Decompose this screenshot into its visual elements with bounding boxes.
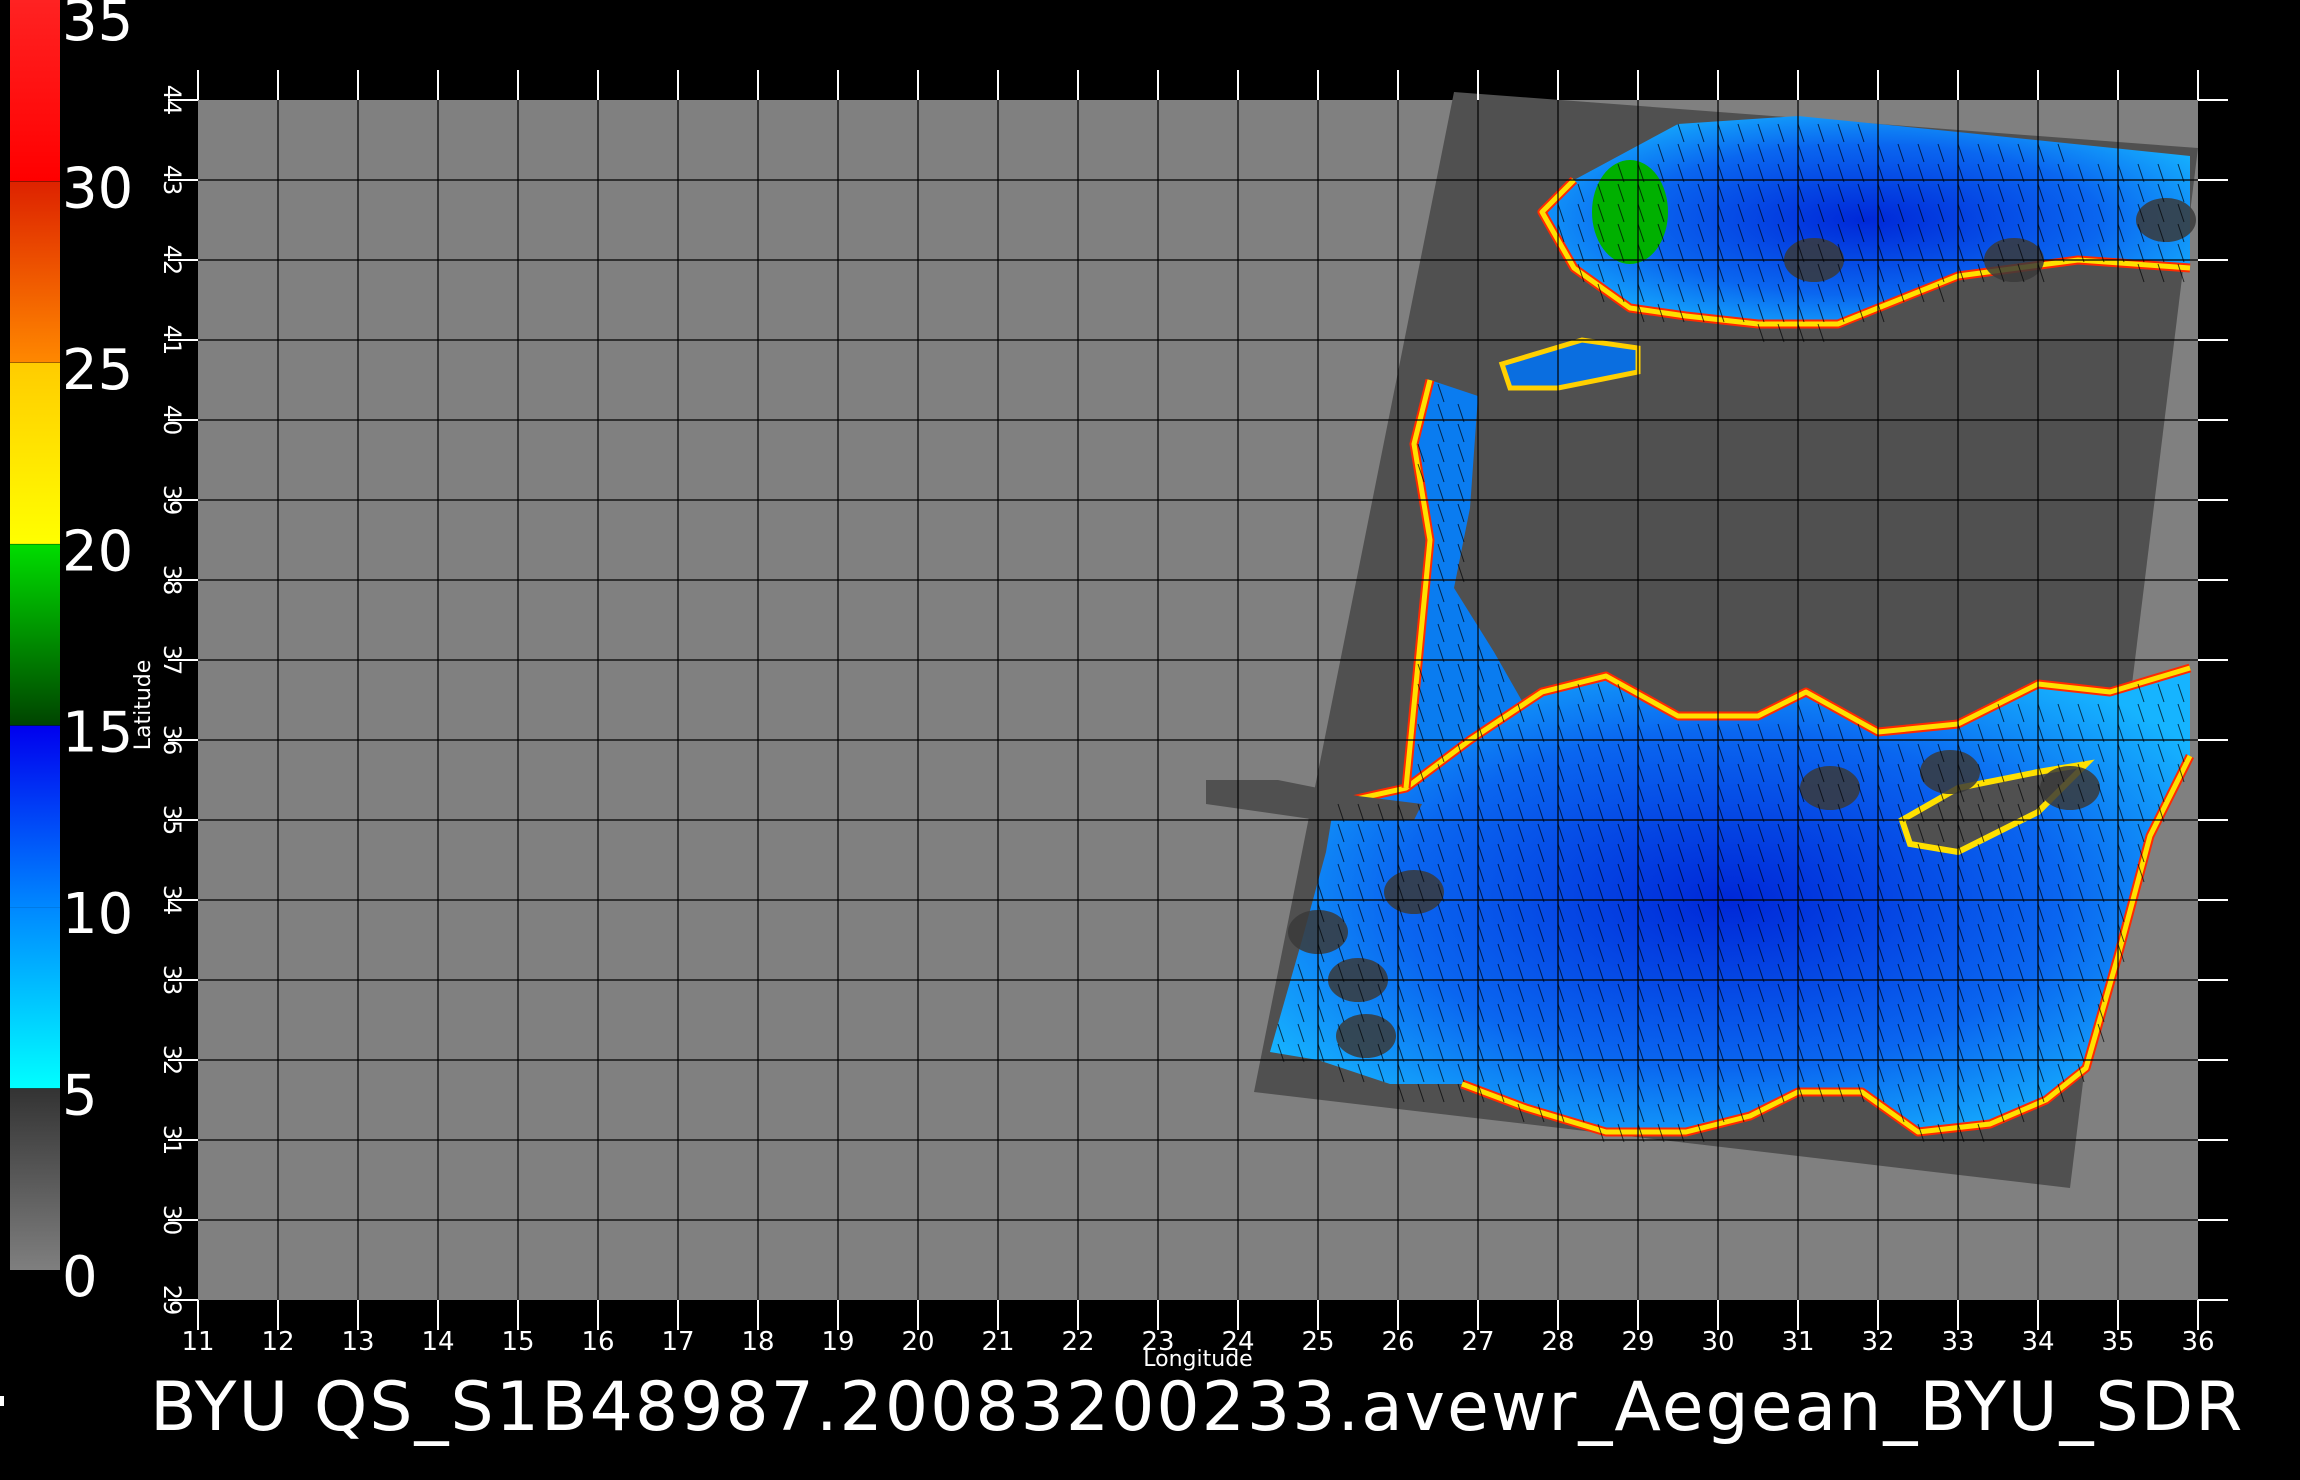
high-wind-patch [1592, 160, 1668, 264]
lon-tick-label: 21 [981, 1327, 1014, 1357]
rain-flag-patch [2040, 766, 2100, 810]
colorbar-segment [10, 181, 60, 363]
lon-tick-label: 15 [501, 1327, 534, 1357]
lat-tick-label: 33 [158, 965, 186, 996]
colorbar-segment [10, 1088, 60, 1270]
lon-tick-label: 22 [1061, 1327, 1094, 1357]
lat-tick-label: 31 [158, 1125, 186, 1156]
lat-tick-label: 35 [158, 805, 186, 836]
lat-tick-label: 30 [158, 1205, 186, 1236]
colorbar-segment [10, 907, 60, 1089]
edge-mark [0, 1396, 4, 1406]
colorbar-segment [10, 362, 60, 544]
lat-tick-label: 32 [158, 1045, 186, 1076]
rain-flag-patch [1336, 1014, 1396, 1058]
colorbar-tick-label: 10 [62, 882, 133, 947]
lat-tick-label: 39 [158, 485, 186, 516]
colorbar-tick-label: 35 [62, 0, 133, 54]
lon-tick-label: 28 [1541, 1327, 1574, 1357]
lat-tick-label: 29 [158, 1285, 186, 1316]
colorbar [10, 0, 60, 1270]
lon-tick-label: 17 [661, 1327, 694, 1357]
y-axis-label: Latitude [131, 660, 156, 751]
lon-tick-label: 13 [341, 1327, 374, 1357]
lon-tick-label: 31 [1781, 1327, 1814, 1357]
lat-tick-label: 44 [158, 85, 186, 116]
lon-tick-label: 27 [1461, 1327, 1494, 1357]
rain-flag-patch [1800, 766, 1860, 810]
lon-tick-label: 26 [1381, 1327, 1414, 1357]
colorbar-tick-label: 5 [62, 1064, 98, 1129]
rain-flag-patch [1384, 870, 1444, 914]
lat-tick-label: 36 [158, 725, 186, 756]
lon-tick-label: 32 [1861, 1327, 1894, 1357]
lat-tick-label: 34 [158, 885, 186, 916]
colorbar-tick-label: 20 [62, 519, 133, 584]
colorbar-segment [10, 725, 60, 908]
lon-tick-label: 36 [2181, 1327, 2214, 1357]
lon-tick-label: 14 [421, 1327, 454, 1357]
lon-tick-label: 29 [1621, 1327, 1654, 1357]
figure-caption: BYU QS_S1B48987.20083200233.avewr_Aegean… [150, 1368, 2245, 1447]
lon-tick-label: 25 [1301, 1327, 1334, 1357]
wind-map-figure: 0 5 10 15 20 25 30 35 11 12 13 14 15 16 17 18 19 20 21 22 2… [0, 0, 2300, 1480]
lat-tick-label: 37 [158, 645, 186, 676]
lon-tick-label: 18 [741, 1327, 774, 1357]
lon-tick-label: 16 [581, 1327, 614, 1357]
colorbar-segment [10, 544, 60, 726]
lat-tick-label: 40 [158, 405, 186, 436]
lat-tick-label: 38 [158, 565, 186, 596]
lon-tick-label: 11 [181, 1327, 214, 1357]
lat-tick-label: 42 [158, 245, 186, 276]
colorbar-tick-label: 25 [62, 338, 133, 403]
lon-tick-label: 35 [2101, 1327, 2134, 1357]
lon-tick-label: 34 [2021, 1327, 2054, 1357]
rain-flag-patch [1920, 750, 1980, 794]
lon-tick-label: 12 [261, 1327, 294, 1357]
lat-tick-label: 41 [158, 325, 186, 356]
rain-flag-patch [2136, 198, 2196, 242]
map-area [168, 70, 2228, 1330]
colorbar-tick-label: 0 [62, 1245, 98, 1310]
lon-tick-label: 30 [1701, 1327, 1734, 1357]
lon-tick-label: 33 [1941, 1327, 1974, 1357]
lon-tick-label: 20 [901, 1327, 934, 1357]
colorbar-tick-label: 15 [62, 701, 133, 766]
lon-tick-label: 19 [821, 1327, 854, 1357]
colorbar-segment [10, 0, 60, 182]
lat-tick-label: 43 [158, 165, 186, 196]
colorbar-tick-label: 30 [62, 156, 133, 221]
